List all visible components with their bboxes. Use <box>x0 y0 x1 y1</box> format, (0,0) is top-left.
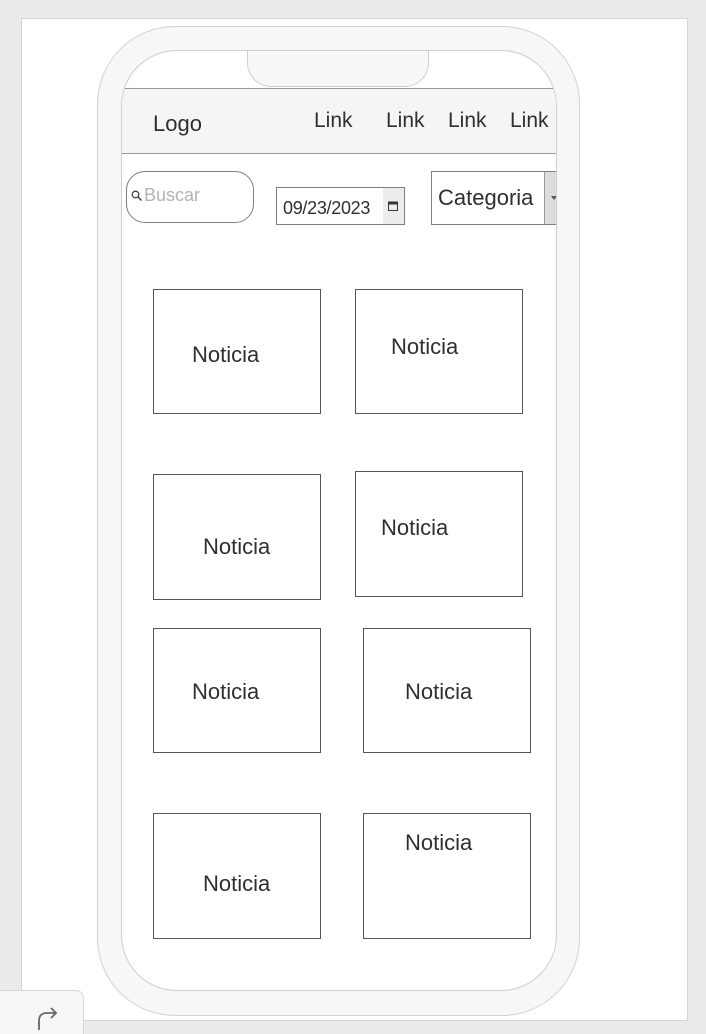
phone-screen: Logo Link Link Link Link 09/23/2023 Cate… <box>121 50 557 991</box>
search-box[interactable] <box>126 171 254 223</box>
navbar: Logo Link Link Link Link <box>122 88 556 154</box>
news-card-label: Noticia <box>203 534 271 559</box>
logo[interactable]: Logo <box>153 111 202 137</box>
news-card-label: Noticia <box>405 830 473 855</box>
news-card-label: Noticia <box>405 679 473 704</box>
category-select[interactable]: Categoria <box>431 171 556 225</box>
dropdown-button[interactable] <box>544 172 556 224</box>
search-input[interactable] <box>144 185 248 206</box>
news-card-label: Noticia <box>192 342 260 367</box>
toolbar-panel <box>0 990 84 1034</box>
calendar-button[interactable] <box>383 188 404 224</box>
news-card-2[interactable]: Noticia <box>355 289 523 414</box>
search-icon <box>131 190 143 202</box>
phone-notch <box>247 51 429 87</box>
nav-link-3[interactable]: Link <box>448 109 487 133</box>
news-card-label: Noticia <box>203 871 271 896</box>
news-card-7[interactable]: Noticia <box>153 813 321 939</box>
date-picker[interactable]: 09/23/2023 <box>276 187 405 225</box>
news-card-5[interactable]: Noticia <box>153 628 321 753</box>
date-value: 09/23/2023 <box>283 198 371 218</box>
chevron-down-icon <box>551 196 556 200</box>
nav-link-4[interactable]: Link <box>510 109 549 133</box>
news-card-label: Noticia <box>391 334 459 359</box>
news-card-3[interactable]: Noticia <box>153 474 321 600</box>
news-card-6[interactable]: Noticia <box>363 628 531 753</box>
redo-icon[interactable] <box>34 1007 62 1031</box>
calendar-icon <box>388 201 398 211</box>
news-card-1[interactable]: Noticia <box>153 289 321 414</box>
news-card-label: Noticia <box>381 515 449 540</box>
news-card-4[interactable]: Noticia <box>355 471 523 597</box>
news-card-label: Noticia <box>192 679 260 704</box>
nav-link-1[interactable]: Link <box>314 109 353 133</box>
news-card-8[interactable]: Noticia <box>363 813 531 939</box>
nav-link-2[interactable]: Link <box>386 109 425 133</box>
category-label: Categoria <box>438 185 534 210</box>
